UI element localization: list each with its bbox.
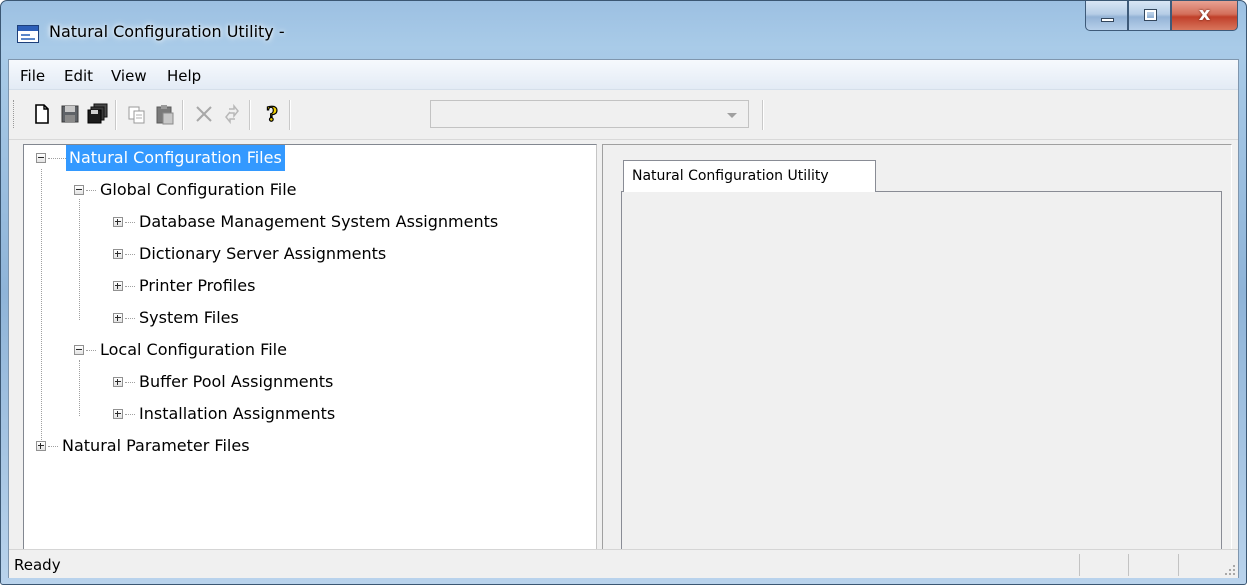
minimize-icon bbox=[1101, 18, 1114, 22]
save-icon bbox=[61, 105, 79, 123]
copy-button[interactable] bbox=[126, 102, 148, 126]
title-bar[interactable]: Natural Configuration Utility - x bbox=[1, 1, 1246, 59]
tree-label-system[interactable]: System Files bbox=[136, 305, 242, 331]
chevron-down-icon[interactable] bbox=[727, 113, 737, 118]
expand-icon[interactable] bbox=[113, 249, 123, 259]
delete-button[interactable] bbox=[193, 102, 215, 126]
maximize-icon bbox=[1144, 9, 1157, 21]
minimize-button[interactable] bbox=[1085, 1, 1128, 31]
detail-panel: Natural Configuration Utility bbox=[602, 144, 1232, 567]
tree-label-local[interactable]: Local Configuration File bbox=[97, 337, 290, 363]
tree-node-system-files[interactable]: System Files bbox=[24, 305, 584, 331]
window-title: Natural Configuration Utility - bbox=[49, 22, 285, 41]
status-bar: Ready bbox=[9, 549, 1238, 578]
status-text: Ready bbox=[14, 556, 61, 574]
help-button[interactable]: ? bbox=[261, 101, 283, 126]
toolbar-combobox[interactable] bbox=[430, 100, 749, 128]
expand-icon[interactable] bbox=[113, 281, 123, 291]
tree-node-dbms-assignments[interactable]: Database Management System Assignments bbox=[24, 209, 584, 235]
tab-label: Natural Configuration Utility bbox=[632, 168, 829, 184]
tree-label-printer[interactable]: Printer Profiles bbox=[136, 273, 258, 299]
tree-label-buffer[interactable]: Buffer Pool Assignments bbox=[136, 369, 336, 395]
tree-label-params[interactable]: Natural Parameter Files bbox=[59, 433, 253, 459]
tree-node-global[interactable]: Global Configuration File bbox=[24, 177, 584, 203]
tree-node-local[interactable]: Local Configuration File bbox=[24, 337, 584, 363]
svg-text:?: ? bbox=[266, 102, 278, 126]
menu-view[interactable]: View bbox=[111, 67, 147, 85]
app-window: Natural Configuration Utility - x File E… bbox=[0, 0, 1247, 585]
expand-icon[interactable] bbox=[113, 217, 123, 227]
menu-file[interactable]: File bbox=[20, 67, 45, 85]
tree-label-root[interactable]: Natural Configuration Files bbox=[66, 145, 285, 171]
tree-node-printer-profiles[interactable]: Printer Profiles bbox=[24, 273, 584, 299]
refresh-icon bbox=[225, 103, 239, 125]
tree-node-installation[interactable]: Installation Assignments bbox=[24, 401, 584, 427]
close-button[interactable]: x bbox=[1171, 1, 1238, 31]
status-pane bbox=[1178, 554, 1179, 576]
tab-page bbox=[621, 191, 1222, 557]
config-tree[interactable]: Natural Configuration Files Global Confi… bbox=[23, 144, 597, 567]
caption-buttons: x bbox=[1085, 1, 1238, 31]
copy-icon bbox=[128, 106, 145, 124]
app-icon[interactable] bbox=[17, 25, 39, 43]
menu-bar: File Edit View Help bbox=[9, 60, 1238, 90]
paste-button[interactable] bbox=[154, 102, 176, 126]
tree-label-installation[interactable]: Installation Assignments bbox=[136, 401, 338, 427]
toolbar-separator bbox=[115, 100, 117, 130]
paste-icon bbox=[156, 105, 174, 125]
collapse-icon[interactable] bbox=[74, 345, 84, 355]
expand-icon[interactable] bbox=[36, 441, 46, 451]
resize-grip-icon[interactable] bbox=[1223, 563, 1235, 575]
tree-node-parameter-files[interactable]: Natural Parameter Files bbox=[24, 433, 584, 459]
save-all-button[interactable] bbox=[87, 102, 109, 126]
toolbar-separator bbox=[249, 100, 251, 130]
save-button[interactable] bbox=[59, 102, 81, 126]
tree-node-dictionary-server[interactable]: Dictionary Server Assignments bbox=[24, 241, 584, 267]
refresh-button[interactable] bbox=[221, 102, 243, 126]
client-area: File Edit View Help ? Natural Configurat… bbox=[8, 59, 1239, 578]
tree-label-dbms[interactable]: Database Management System Assignments bbox=[136, 209, 501, 235]
status-pane bbox=[1079, 554, 1080, 576]
new-file-icon bbox=[35, 104, 49, 124]
tree-label-dictionary[interactable]: Dictionary Server Assignments bbox=[136, 241, 389, 267]
status-pane bbox=[1128, 554, 1129, 576]
collapse-icon[interactable] bbox=[74, 185, 84, 195]
expand-icon[interactable] bbox=[113, 377, 123, 387]
new-file-button[interactable] bbox=[31, 102, 53, 126]
expand-icon[interactable] bbox=[113, 313, 123, 323]
toolbar-grip[interactable] bbox=[13, 100, 16, 128]
tree-label-global[interactable]: Global Configuration File bbox=[97, 177, 300, 203]
close-icon: x bbox=[1198, 4, 1211, 25]
save-all-icon bbox=[87, 103, 108, 124]
toolbar-separator bbox=[762, 100, 764, 130]
tab-natural-configuration-utility[interactable]: Natural Configuration Utility bbox=[623, 160, 876, 192]
toolbar: ? bbox=[9, 90, 1238, 140]
toolbar-separator bbox=[289, 100, 291, 130]
expand-icon[interactable] bbox=[113, 409, 123, 419]
toolbar-separator bbox=[182, 100, 184, 130]
maximize-button[interactable] bbox=[1128, 1, 1171, 31]
menu-help[interactable]: Help bbox=[167, 67, 201, 85]
delete-icon bbox=[196, 106, 212, 122]
menu-edit[interactable]: Edit bbox=[64, 67, 93, 85]
tree-node-buffer-pool[interactable]: Buffer Pool Assignments bbox=[24, 369, 584, 395]
collapse-icon[interactable] bbox=[36, 153, 46, 163]
tree-node-root[interactable]: Natural Configuration Files bbox=[24, 145, 584, 171]
help-icon: ? bbox=[266, 101, 279, 126]
